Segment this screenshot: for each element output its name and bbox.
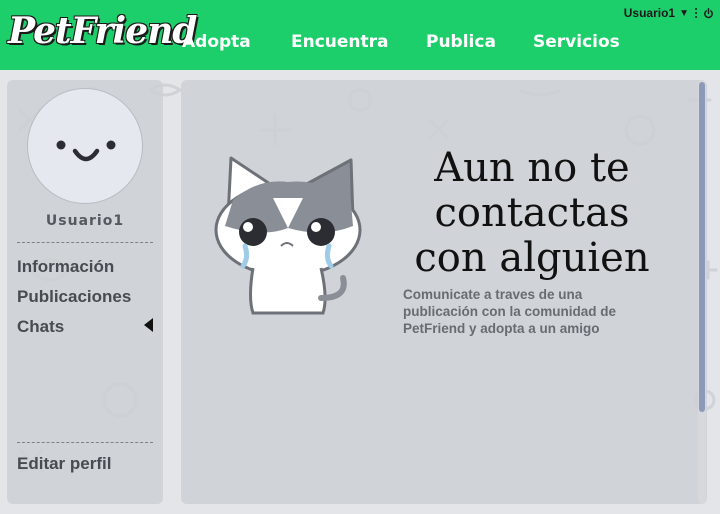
smiley-avatar-icon[interactable] xyxy=(27,88,143,204)
sidebar-item-publicaciones[interactable]: Publicaciones xyxy=(17,287,131,307)
nav-adopta[interactable]: Adopta xyxy=(182,32,251,52)
edit-profile-link[interactable]: Editar perfil xyxy=(17,454,111,474)
sidebar-divider xyxy=(17,442,153,443)
power-icon[interactable] xyxy=(703,7,714,19)
top-navbar: PetFriend Adopta Encuentra Publica Servi… xyxy=(0,0,720,70)
empty-state-subtext: Comunicate a traves de una publicación c… xyxy=(403,287,617,336)
nav-encuentra[interactable]: Encuentra xyxy=(291,32,389,52)
sidebar-item-informacion[interactable]: Información xyxy=(17,257,114,277)
caret-down-icon[interactable]: ▼ xyxy=(679,8,689,19)
sidebar-divider xyxy=(17,242,153,243)
chat-empty-state-panel: Aun no te contactas con alguien Comunica… xyxy=(181,80,707,504)
scrollbar-thumb[interactable] xyxy=(699,82,705,412)
sidebar-item-chats[interactable]: Chats xyxy=(17,317,64,337)
user-menu-name[interactable]: Usuario1 xyxy=(624,6,675,20)
empty-state-headline: Aun no te contactas con alguien xyxy=(414,145,650,281)
nav-servicios[interactable]: Servicios xyxy=(533,32,620,52)
main-scrollbar[interactable] xyxy=(698,80,706,504)
crying-cat-illustration xyxy=(214,156,362,315)
nav-publica[interactable]: Publica xyxy=(426,32,496,52)
user-menu: Usuario1 ▼ xyxy=(624,5,714,21)
petfriend-logo[interactable]: PetFriend xyxy=(8,10,197,52)
kebab-menu-icon[interactable] xyxy=(693,8,699,18)
sidebar-username: Usuario1 xyxy=(45,213,125,229)
profile-sidebar: Usuario1 Información Publicaciones Chats… xyxy=(7,80,163,504)
active-arrow-icon xyxy=(144,318,153,332)
